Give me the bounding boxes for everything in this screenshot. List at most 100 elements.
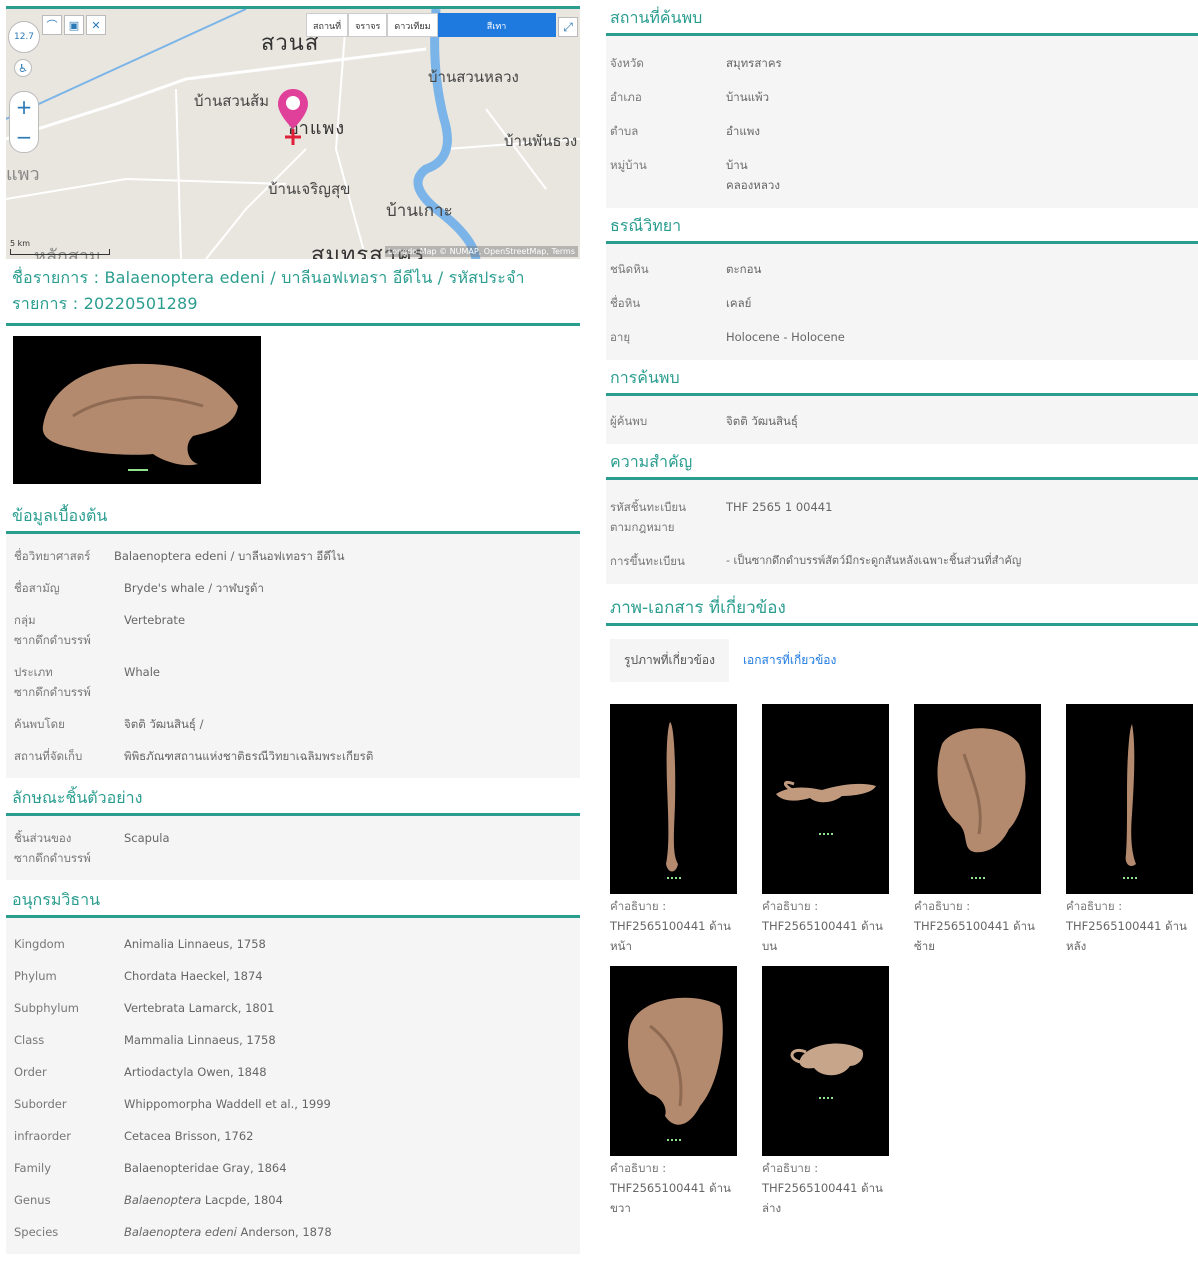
gallery-image[interactable] bbox=[762, 966, 889, 1156]
specimen-panel: ชิ้นส่วนของซากดึกดำบรรพ์ Scapula bbox=[6, 816, 580, 880]
taxon-row: Species Balaenoptera edeni Anderson, 1878 bbox=[14, 1225, 332, 1239]
tab-related-documents[interactable]: เอกสารที่เกี่ยวข้อง bbox=[729, 639, 850, 682]
bone-bottom-view bbox=[790, 1043, 864, 1076]
map-attribution[interactable]: Longdo Map © NUMAP, OpenStreetMap, Terms bbox=[384, 246, 578, 257]
gallery-item[interactable]: คำอธิบาย : THF2565100441 ด้านล่าง bbox=[762, 966, 889, 1218]
right-column: สถานที่ค้นพบ จังหวัด สมุทรสาคร อำเภอ บ้านแ… bbox=[606, 0, 1198, 1218]
taxon-row: Kingdom Animalia Linnaeus, 1758 bbox=[14, 937, 266, 951]
record-title: ชื่อรายการ : Balaenoptera edeni / บาลีนอ… bbox=[6, 259, 580, 326]
site-row: จังหวัด สมุทรสาคร bbox=[610, 56, 782, 70]
taxon-row: Genus Balaenoptera Lacpde, 1804 bbox=[14, 1193, 283, 1207]
bone-front-view bbox=[666, 722, 678, 872]
scapula-photo bbox=[42, 363, 238, 471]
gallery-caption: คำอธิบาย : THF2565100441 ด้านขวา bbox=[610, 1161, 731, 1215]
gallery-item[interactable]: คำอธิบาย : THF2565100441 ด้านบน bbox=[762, 704, 889, 956]
site-row: อำเภอ บ้านแพ้ว bbox=[610, 90, 770, 104]
left-column: สวนส บ้านสวนหลวง บ้านสวนส้ม อำแพง บ้านพั… bbox=[6, 6, 580, 1254]
map-layer-gray[interactable]: สีเทา bbox=[437, 13, 556, 37]
geology-row: อายุ Holocene - Holocene bbox=[610, 330, 845, 344]
basic-info-panel: ชื่อวิทยาศาสตร์ Balaenoptera edeni / บาลี… bbox=[6, 534, 580, 778]
map-place-ban-phan-suang: บ้านพันธวง bbox=[504, 132, 578, 150]
site-row: ตำบล อำแพง bbox=[610, 124, 760, 138]
media-title: ภาพ-เอกสาร ที่เกี่ยวข้อง bbox=[606, 590, 1198, 626]
map-zoom-level: 12.7 bbox=[8, 21, 40, 53]
map-layer-switcher: สถานที่ จราจร ดาวเทียม สีเทา bbox=[306, 13, 556, 37]
map-place-ban-ko: บ้านเกาะ bbox=[386, 201, 453, 221]
discovery-title: การค้นพบ bbox=[606, 360, 1198, 396]
info-row: ค้นพบโดย จิตติ วัฒนสินธุ์ / bbox=[14, 717, 204, 731]
taxonomy-panel: Kingdom Animalia Linnaeus, 1758 Phylum Cho… bbox=[6, 918, 580, 1254]
info-row: ชิ้นส่วนของซากดึกดำบรรพ์ Scapula bbox=[14, 831, 170, 865]
discovery-panel: ผู้ค้นพบ จิตติ วัฒนสินธุ์ bbox=[606, 396, 1198, 444]
gallery-item[interactable]: คำอธิบาย : THF2565100441 ด้านซ้าย bbox=[914, 704, 1041, 956]
gallery-image[interactable] bbox=[610, 966, 737, 1156]
accessibility-icon[interactable]: ♿ bbox=[14, 59, 32, 77]
gallery-caption: คำอธิบาย : THF2565100441 ด้านหลัง bbox=[1066, 899, 1187, 953]
zoom-in-icon[interactable]: + bbox=[16, 95, 33, 119]
site-row: หมู่บ้าน บ้านคลองหลวง bbox=[610, 158, 780, 192]
bone-top-view bbox=[776, 780, 876, 803]
gallery-caption: คำอธิบาย : THF2565100441 ด้านซ้าย bbox=[914, 899, 1035, 953]
geology-title: ธรณีวิทยา bbox=[606, 208, 1198, 244]
info-row: ประเภทซากดึกดำบรรพ์ Whale bbox=[14, 665, 160, 699]
map-place-ban-charoen-suk: บ้านเจริญสุข bbox=[268, 180, 351, 198]
gallery-image[interactable] bbox=[1066, 704, 1193, 894]
geology-row: ชนิดหิน ตะกอน bbox=[610, 262, 762, 276]
bone-back-view bbox=[1125, 724, 1136, 866]
info-row: สถานที่จัดเก็บ พิพิธภัณฑสถานแห่งชาติธรณีว… bbox=[14, 749, 374, 763]
media-gallery: คำอธิบาย : THF2565100441 ด้านหน้า คำอธิบา… bbox=[606, 680, 1198, 1218]
fullscreen-icon[interactable]: ⤢ bbox=[558, 17, 578, 37]
gallery-caption: คำอธิบาย : THF2565100441 ด้านหน้า bbox=[610, 899, 731, 953]
info-row: ชื่อสามัญ Bryde's whale / วาฬบรูด้า bbox=[14, 581, 264, 595]
specimen-title: ลักษณะชิ้นตัวอย่าง bbox=[6, 778, 580, 816]
map-place-ban-suan-som: บ้านสวนส้ม bbox=[194, 92, 270, 110]
taxon-row: Class Mammalia Linnaeus, 1758 bbox=[14, 1033, 276, 1047]
info-row: ชื่อวิทยาศาสตร์ Balaenoptera edeni / บาลี… bbox=[14, 549, 345, 563]
gallery-image[interactable] bbox=[610, 704, 737, 894]
measure-icon[interactable]: ⌒ bbox=[42, 15, 62, 35]
basic-info-title: ข้อมูลเบื้องต้น bbox=[6, 496, 580, 534]
map-zoom-control: + − bbox=[9, 91, 39, 153]
taxon-row: infraorder Cetacea Brisson, 1762 bbox=[14, 1129, 254, 1143]
main-specimen-photo[interactable] bbox=[13, 336, 261, 484]
map-layer-traffic[interactable]: จราจร bbox=[348, 13, 388, 37]
map-place-ban-suan-luang: บ้านสวนหลวง bbox=[428, 68, 519, 86]
bone-right-view bbox=[628, 997, 723, 1125]
tab-related-images[interactable]: รูปภาพที่เกี่ยวข้อง bbox=[610, 638, 729, 682]
importance-row: รหัสชิ้นทะเบียนตามกฎหมาย THF 2565 1 00441 bbox=[610, 500, 833, 534]
location-map[interactable]: สวนส บ้านสวนหลวง บ้านสวนส้ม อำแพง บ้านพั… bbox=[6, 6, 580, 259]
layers-icon[interactable]: ▣ bbox=[64, 15, 84, 35]
discovery-site-title: สถานที่ค้นพบ bbox=[606, 0, 1198, 36]
map-place-phaeo: แพว bbox=[6, 164, 40, 185]
map-layer-satellite[interactable]: ดาวเทียม bbox=[387, 13, 438, 37]
info-row: กลุ่มซากดึกดำบรรพ์ Vertebrate bbox=[14, 613, 186, 647]
gallery-item[interactable]: คำอธิบาย : THF2565100441 ด้านขวา bbox=[610, 966, 737, 1218]
taxon-row: Phylum Chordata Haeckel, 1874 bbox=[14, 969, 263, 983]
discovery-site-panel: จังหวัด สมุทรสาคร อำเภอ บ้านแพ้ว ตำบล อำแพง… bbox=[606, 36, 1198, 208]
gallery-caption: คำอธิบาย : THF2565100441 ด้านบน bbox=[762, 899, 883, 953]
geology-panel: ชนิดหิน ตะกอน ชื่อหิน เคลย์ อายุ Holocene -… bbox=[606, 244, 1198, 360]
importance-row: การขึ้นทะเบียน - เป็นซากดึกดำบรรพ์สัตว์มี… bbox=[610, 554, 1022, 568]
importance-title: ความสำคัญ bbox=[606, 444, 1198, 480]
gallery-item[interactable]: คำอธิบาย : THF2565100441 ด้านหน้า bbox=[610, 704, 737, 956]
zoom-out-icon[interactable]: − bbox=[16, 125, 33, 149]
media-tabs: รูปภาพที่เกี่ยวข้อง เอกสารที่เกี่ยวข้อง bbox=[606, 638, 1198, 682]
clear-icon[interactable]: ✕ bbox=[86, 15, 106, 35]
importance-panel: รหัสชิ้นทะเบียนตามกฎหมาย THF 2565 1 00441… bbox=[606, 480, 1198, 584]
taxon-row: Family Balaenopteridae Gray, 1864 bbox=[14, 1161, 287, 1175]
map-scale: 5 km bbox=[10, 239, 110, 255]
taxon-row: Suborder Whippomorpha Waddell et al., 199… bbox=[14, 1097, 331, 1111]
map-tool-icons: ⌒ ▣ ✕ bbox=[42, 15, 106, 35]
map-layer-place[interactable]: สถานที่ bbox=[306, 13, 349, 37]
bone-left-view bbox=[937, 728, 1026, 853]
taxon-row: Subphylum Vertebrata Lamarck, 1801 bbox=[14, 1001, 275, 1015]
location-pin-icon[interactable] bbox=[276, 87, 310, 151]
gallery-caption: คำอธิบาย : THF2565100441 ด้านล่าง bbox=[762, 1161, 883, 1215]
gallery-image[interactable] bbox=[914, 704, 1041, 894]
gallery-item[interactable]: คำอธิบาย : THF2565100441 ด้านหลัง bbox=[1066, 704, 1193, 956]
taxon-row: Order Artiodactyla Owen, 1848 bbox=[14, 1065, 267, 1079]
discovery-row: ผู้ค้นพบ จิตติ วัฒนสินธุ์ bbox=[610, 414, 798, 428]
taxonomy-title: อนุกรมวิธาน bbox=[6, 880, 580, 918]
geology-row: ชื่อหิน เคลย์ bbox=[610, 296, 752, 310]
gallery-image[interactable] bbox=[762, 704, 889, 894]
